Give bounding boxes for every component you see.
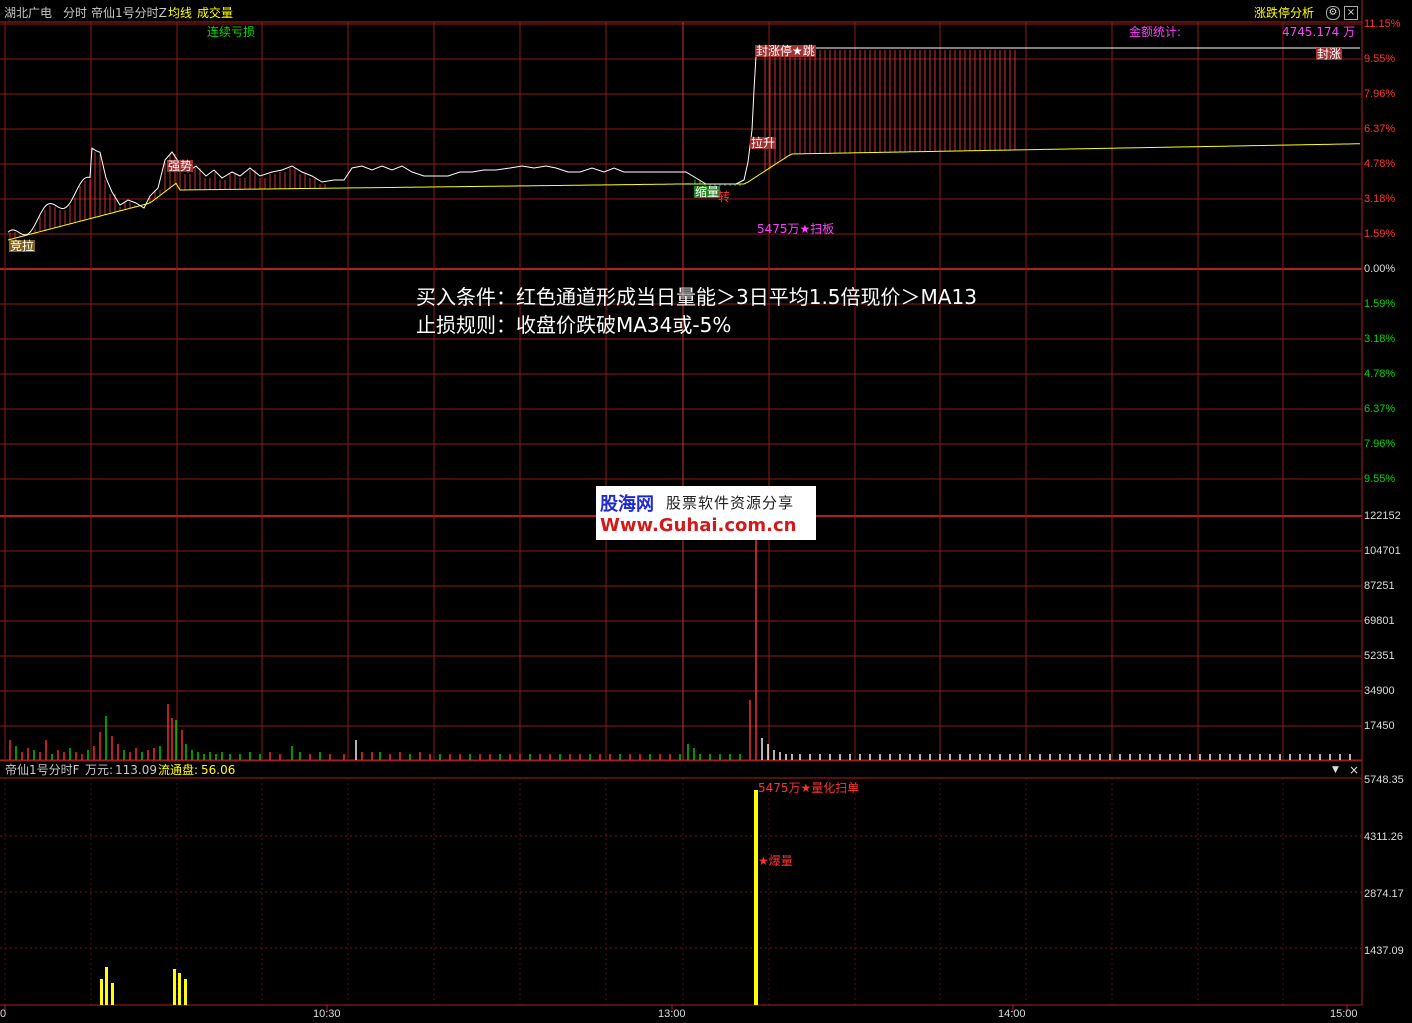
- time-tick-label: 15:00: [1330, 1008, 1358, 1020]
- wan-value: 113.09: [115, 763, 157, 777]
- burst-volume-label: ★爆量: [758, 854, 793, 868]
- close-icon[interactable]: ×: [1344, 6, 1358, 20]
- continuous-loss-label: 连续亏损: [207, 25, 256, 39]
- axis-tick-label: 17450: [1364, 720, 1395, 732]
- time-tick-label: 0: [0, 1008, 7, 1020]
- axis-tick-label: 6.37%: [1364, 403, 1396, 415]
- buy-condition-text: 买入条件：红色通道形成当日量能＞3日平均1.5倍现价＞MA13: [416, 285, 977, 309]
- quant-sweep-label: 5475万★量化扫单: [758, 781, 860, 795]
- axis-tick-label: 4.78%: [1364, 158, 1396, 170]
- axis-tick-label: 2874.17: [1364, 888, 1404, 900]
- wan-label: 万元:: [85, 763, 114, 777]
- axis-tick-label: 3.18%: [1364, 193, 1396, 205]
- axis-tick-label: 7.96%: [1364, 438, 1396, 450]
- axis-tick-label: 6.37%: [1364, 123, 1396, 135]
- chevron-down-icon[interactable]: ▼: [1332, 766, 1339, 775]
- axis-tick-label: 69801: [1364, 615, 1395, 627]
- shrink-tag: 缩量: [694, 185, 721, 199]
- axis-tick-label: 1.59%: [1364, 228, 1396, 240]
- close-icon[interactable]: ×: [1349, 764, 1359, 776]
- axis-tick-label: 1437.09: [1364, 945, 1404, 957]
- time-tick-label: 13:00: [658, 1008, 686, 1020]
- axis-tick-label: 1.59%: [1364, 298, 1396, 310]
- axis-tick-label: 104701: [1364, 545, 1401, 557]
- axis-tick-label: 87251: [1364, 580, 1395, 592]
- strong-tag: 强势: [167, 159, 194, 173]
- gear-icon[interactable]: ⚙: [1326, 6, 1340, 20]
- axis-tick-label: 3.18%: [1364, 333, 1396, 345]
- axis-tick-label: 4311.26: [1364, 831, 1403, 843]
- pullup-tag: 拉升: [750, 136, 777, 150]
- watermark-logo: 股海网 股票软件资源分享 Www.Guhai.com.cn: [596, 486, 816, 540]
- seal-limit-tag: 封涨: [1316, 47, 1343, 61]
- turn-tag: 转: [718, 190, 731, 204]
- axis-tick-label: 52351: [1364, 650, 1395, 662]
- axis-tick-label: 4.78%: [1364, 368, 1396, 380]
- limit-analysis-tab[interactable]: 涨跌停分析: [1254, 7, 1314, 19]
- amount-stats-value: 4745.174 万: [1282, 25, 1356, 39]
- amount-stats-label: 金额统计:: [1129, 25, 1182, 39]
- float-value: 56.06: [201, 763, 236, 777]
- avg-line-legend: 均线: [168, 6, 193, 20]
- axis-tick-label: 0.00%: [1364, 263, 1396, 275]
- sweep-tag: 5475万★扫板: [757, 222, 835, 236]
- axis-tick-label: 5748.35: [1364, 774, 1404, 786]
- float-label: 流通盘:: [158, 763, 199, 777]
- mode-label[interactable]: 分时: [63, 7, 87, 19]
- axis-tick-label: 122152: [1364, 510, 1401, 522]
- stock-name[interactable]: 湖北广电: [4, 7, 52, 19]
- watermark-brand: 股海网: [600, 494, 654, 515]
- axis-tick-label: 9.55%: [1364, 473, 1396, 485]
- axis-tick-label: 9.55%: [1364, 53, 1396, 65]
- watermark-slogan: 股票软件资源分享: [666, 494, 795, 512]
- time-tick-label: 10:30: [313, 1008, 341, 1020]
- limit-note-tag: 封涨停★跳: [755, 44, 816, 58]
- indicator-name[interactable]: 帝仙1号分时Z: [91, 7, 167, 19]
- axis-tick-label: 7.96%: [1364, 88, 1396, 100]
- axis-tick-label: 11.15%: [1364, 18, 1401, 30]
- time-tick-label: 14:00: [998, 1008, 1026, 1020]
- watermark-url: Www.Guhai.com.cn: [600, 515, 797, 536]
- bid-tag: 竞拉: [9, 239, 36, 253]
- volume-legend: 成交量: [197, 6, 234, 20]
- indicator-panel-title[interactable]: 帝仙1号分时F: [5, 764, 80, 776]
- axis-tick-label: 34900: [1364, 685, 1395, 697]
- stop-loss-text: 止损规则：收盘价跌破MA34或-5%: [416, 313, 732, 337]
